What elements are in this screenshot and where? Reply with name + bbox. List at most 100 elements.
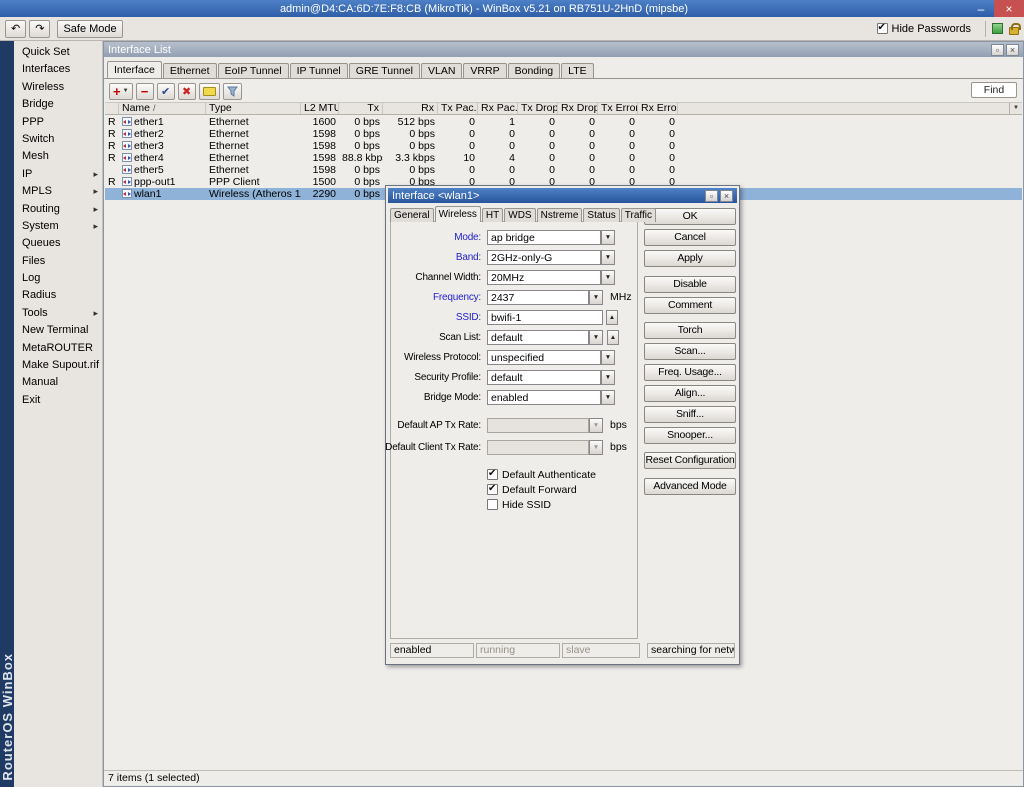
default-authenticate-checkbox[interactable]: Default Authenticate <box>487 468 596 481</box>
tab-vrrp[interactable]: VRRP <box>463 63 506 78</box>
wireless-protocol-input[interactable] <box>487 350 601 365</box>
reset-configuration-button[interactable]: Reset Configuration <box>644 452 736 469</box>
cancel-button[interactable]: Cancel <box>644 229 736 246</box>
chevron-down-icon[interactable]: ▼ <box>601 270 615 285</box>
chevron-down-icon[interactable]: ▼ <box>589 330 603 345</box>
add-button[interactable]: + ▼ <box>109 83 133 100</box>
band-input[interactable] <box>487 250 601 265</box>
chevron-down-icon[interactable]: ▼ <box>601 350 615 365</box>
sidebar-item-log[interactable]: Log <box>14 270 102 287</box>
rx-column-header[interactable]: Rx <box>383 103 438 114</box>
torch-button[interactable]: Torch <box>644 322 736 339</box>
security-profile-input[interactable] <box>487 370 601 385</box>
rx-drops-column-header[interactable]: Rx Drops <box>558 103 598 114</box>
tab-gre-tunnel[interactable]: GRE Tunnel <box>349 63 420 78</box>
table-row[interactable]: R ether1 Ethernet 1600 0 bps 512 bps 0 1… <box>105 116 1022 128</box>
tab-lte[interactable]: LTE <box>561 63 593 78</box>
tab-ht[interactable]: HT <box>482 208 503 222</box>
ssid-input[interactable] <box>487 310 603 325</box>
table-row[interactable]: R ether3 Ethernet 1598 0 bps 0 bps 0 0 0… <box>105 140 1022 152</box>
minimize-button[interactable]: – <box>968 0 994 17</box>
safe-mode-button[interactable]: Safe Mode <box>57 20 122 38</box>
close-icon[interactable]: × <box>1006 44 1019 56</box>
collapse-arrow-icon[interactable]: ▲ <box>606 310 618 325</box>
sidebar-item-queues[interactable]: Queues <box>14 235 102 252</box>
close-button[interactable]: × <box>994 0 1024 17</box>
chevron-down-icon[interactable]: ▼ <box>589 290 603 305</box>
sidebar-item-wireless[interactable]: Wireless <box>14 79 102 96</box>
advanced-mode-button[interactable]: Advanced Mode <box>644 478 736 495</box>
tab-nstreme[interactable]: Nstreme <box>537 208 583 222</box>
default-forward-checkbox[interactable]: Default Forward <box>487 483 577 496</box>
sidebar-item-routing[interactable]: Routing▸ <box>14 201 102 218</box>
comment-button[interactable]: Comment <box>644 297 736 314</box>
tab-status[interactable]: Status <box>583 208 619 222</box>
sidebar-item-files[interactable]: Files <box>14 253 102 270</box>
tx-column-header[interactable]: Tx <box>339 103 383 114</box>
scan-list-input[interactable] <box>487 330 589 345</box>
name-column-header[interactable]: Name / <box>119 103 206 114</box>
hide-ssid-checkbox[interactable]: Hide SSID <box>487 498 551 511</box>
table-row[interactable]: ether5 Ethernet 1598 0 bps 0 bps 0 0 0 0… <box>105 164 1022 176</box>
rx-packet-column-header[interactable]: Rx Pac... <box>478 103 518 114</box>
align-button[interactable]: Align... <box>644 385 736 402</box>
tab-ethernet[interactable]: Ethernet <box>163 63 217 78</box>
filter-button[interactable] <box>223 83 242 100</box>
tx-packet-column-header[interactable]: Tx Pac... <box>438 103 478 114</box>
sidebar-item-bridge[interactable]: Bridge <box>14 96 102 113</box>
sniff-button[interactable]: Sniff... <box>644 406 736 423</box>
freq-usage-button[interactable]: Freq. Usage... <box>644 364 736 381</box>
sidebar-item-switch[interactable]: Switch <box>14 131 102 148</box>
flag-column-header[interactable] <box>105 103 119 114</box>
sidebar-item-ppp[interactable]: PPP <box>14 114 102 131</box>
apply-button[interactable]: Apply <box>644 250 736 267</box>
tab-eoip-tunnel[interactable]: EoIP Tunnel <box>218 63 289 78</box>
scan-button[interactable]: Scan... <box>644 343 736 360</box>
tab-bonding[interactable]: Bonding <box>508 63 561 78</box>
collapse-arrow-icon[interactable]: ▲ <box>607 330 619 345</box>
ok-button[interactable]: OK <box>644 208 736 225</box>
sidebar-item-tools[interactable]: Tools▸ <box>14 305 102 322</box>
sidebar-item-ip[interactable]: IP▸ <box>14 166 102 183</box>
disable-button[interactable]: Disable <box>644 276 736 293</box>
sidebar-item-manual[interactable]: Manual <box>14 374 102 391</box>
table-row[interactable]: R ether4 Ethernet 1598 88.8 kbps 3.3 kbp… <box>105 152 1022 164</box>
tx-errors-column-header[interactable]: Tx Errors <box>598 103 638 114</box>
sidebar-item-mesh[interactable]: Mesh <box>14 148 102 165</box>
forward-button[interactable]: ↷ <box>29 20 50 38</box>
maximize-icon[interactable]: ▫ <box>991 44 1004 56</box>
chevron-down-icon[interactable]: ▼ <box>601 230 615 245</box>
sidebar-item-make-supout[interactable]: Make Supout.rif <box>14 357 102 374</box>
tab-general[interactable]: General <box>390 208 434 222</box>
sidebar-item-radius[interactable]: Radius <box>14 287 102 304</box>
tab-ip-tunnel[interactable]: IP Tunnel <box>290 63 348 78</box>
maximize-icon[interactable]: ▫ <box>705 190 718 202</box>
sidebar-item-system[interactable]: System▸ <box>14 218 102 235</box>
tx-drops-column-header[interactable]: Tx Drops <box>518 103 558 114</box>
tab-wireless[interactable]: Wireless <box>435 206 481 222</box>
sidebar-item-exit[interactable]: Exit <box>14 392 102 409</box>
tab-wds[interactable]: WDS <box>504 208 535 222</box>
channel-width-input[interactable] <box>487 270 601 285</box>
type-column-header[interactable]: Type <box>206 103 301 114</box>
sidebar-item-mpls[interactable]: MPLS▸ <box>14 183 102 200</box>
column-selector-button[interactable]: ▼ <box>1009 103 1022 115</box>
snooper-button[interactable]: Snooper... <box>644 427 736 444</box>
bridge-mode-input[interactable] <box>487 390 601 405</box>
sidebar-item-metarouter[interactable]: MetaROUTER <box>14 340 102 357</box>
sidebar-item-new-terminal[interactable]: New Terminal <box>14 322 102 339</box>
chevron-down-icon[interactable]: ▼ <box>601 250 615 265</box>
close-icon[interactable]: × <box>720 190 733 202</box>
enable-button[interactable]: ✔ <box>157 83 175 100</box>
chevron-down-icon[interactable]: ▼ <box>601 390 615 405</box>
disable-button[interactable]: ✖ <box>178 83 196 100</box>
hide-passwords-checkbox[interactable]: Hide Passwords <box>877 23 971 35</box>
comment-button[interactable] <box>199 83 220 100</box>
tab-traffic[interactable]: Traffic <box>621 208 656 222</box>
sidebar-item-quick-set[interactable]: Quick Set <box>14 44 102 61</box>
l2mtu-column-header[interactable]: L2 MTU <box>301 103 339 114</box>
remove-button[interactable]: − <box>136 83 154 100</box>
mode-input[interactable] <box>487 230 601 245</box>
dialog-titlebar[interactable]: Interface <wlan1> ▫ × <box>388 188 737 203</box>
table-row[interactable]: R ether2 Ethernet 1598 0 bps 0 bps 0 0 0… <box>105 128 1022 140</box>
